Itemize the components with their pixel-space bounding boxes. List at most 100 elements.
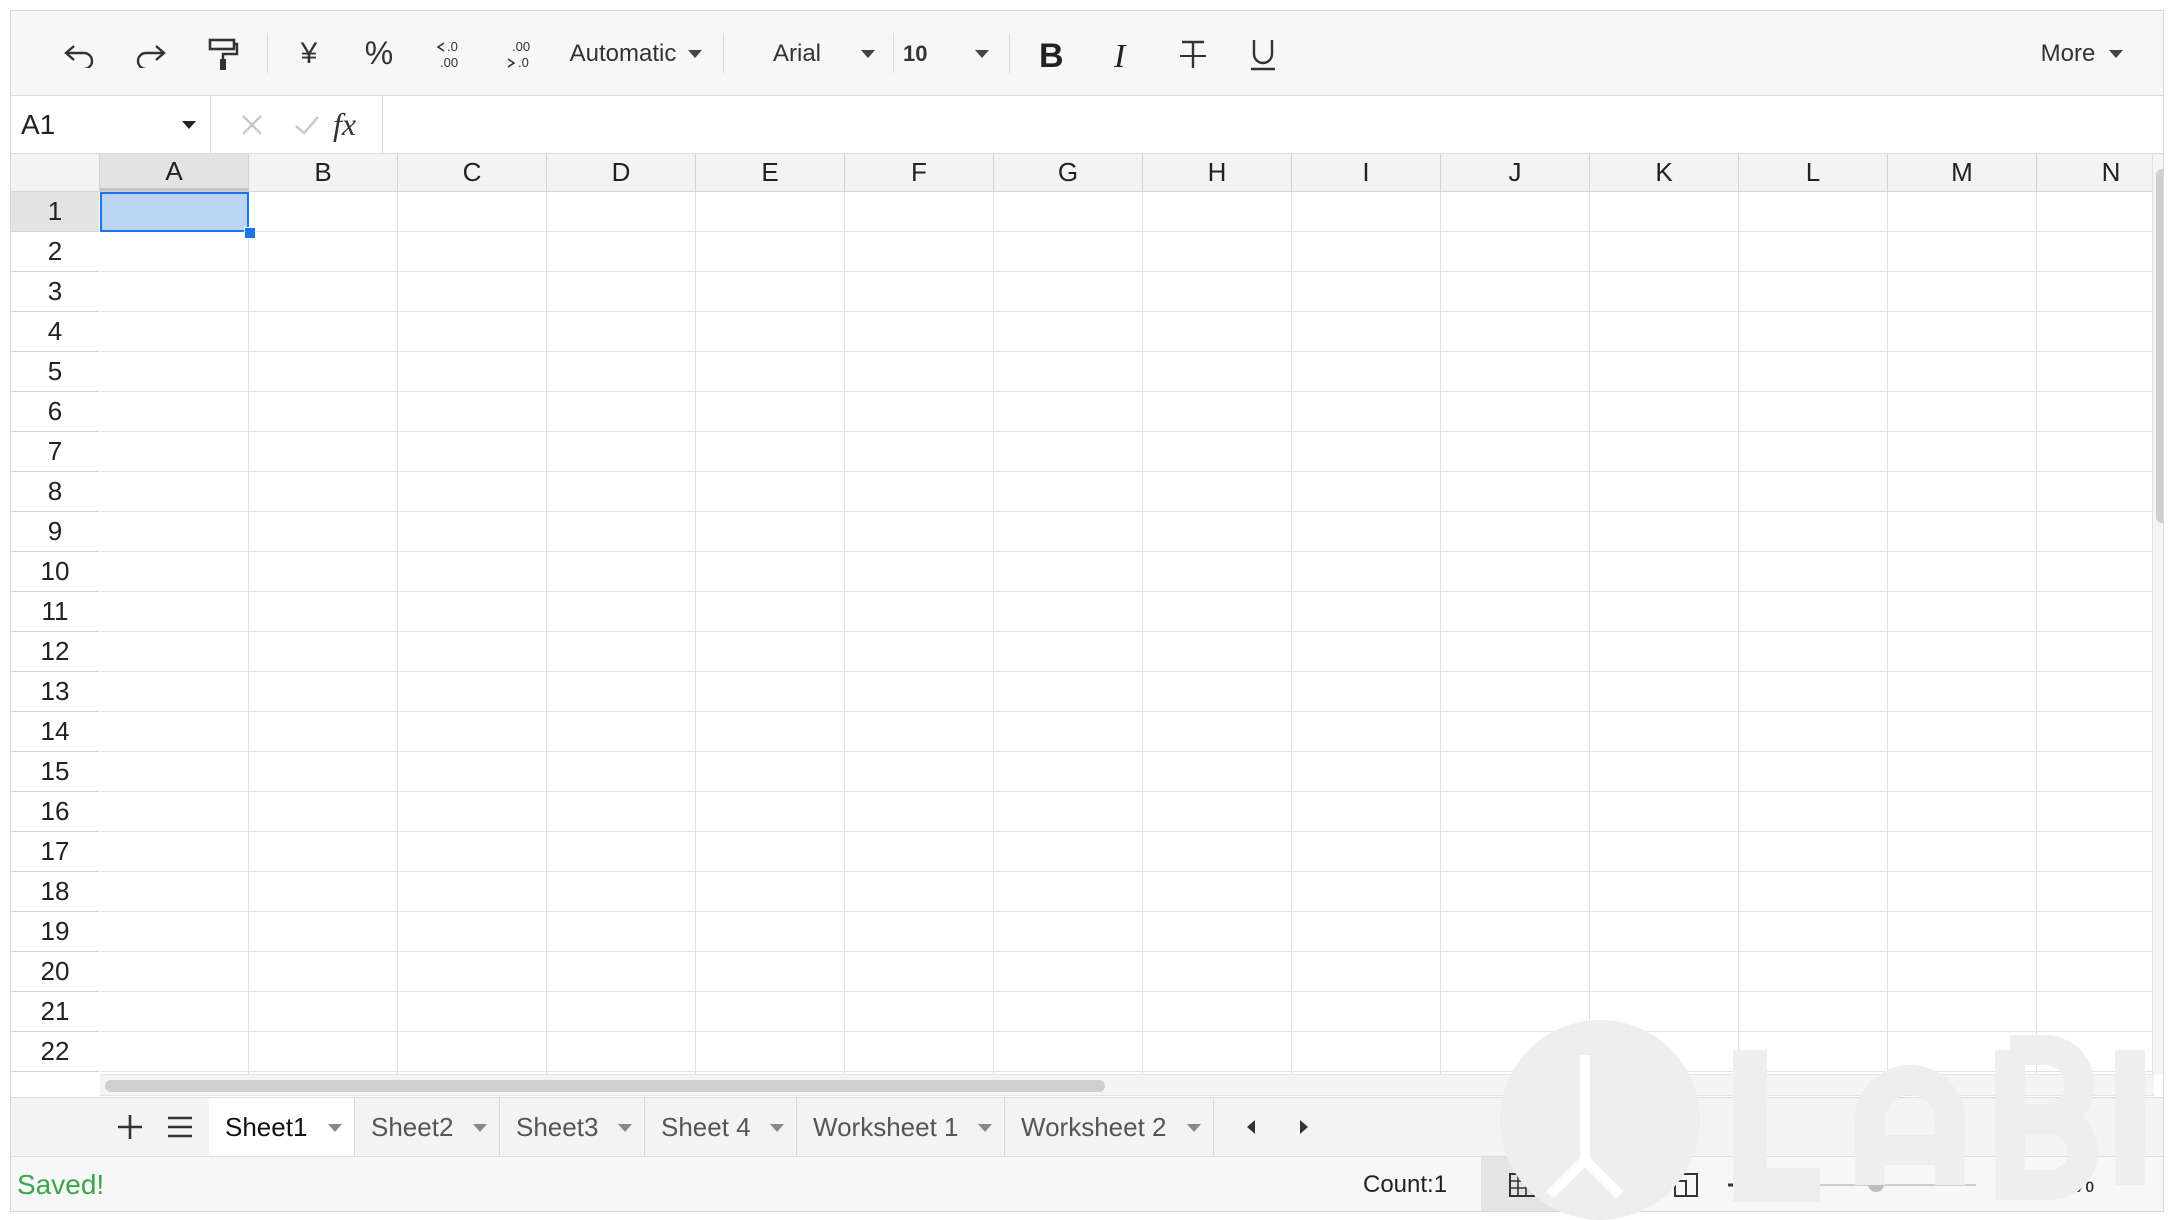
font-size-dropdown[interactable]: 10 [895,11,995,96]
row-header[interactable]: 1 [11,192,99,232]
row-header[interactable]: 22 [11,1032,99,1072]
column-header[interactable]: A [100,154,249,191]
chevron-down-icon[interactable] [978,1124,992,1132]
toolbar-separator [893,33,894,73]
column-header[interactable]: N [2037,154,2154,191]
italic-button[interactable]: I [1093,11,1149,96]
column-header[interactable]: M [1888,154,2037,191]
currency-icon: ¥ [300,36,318,70]
row-header[interactable]: 12 [11,632,99,672]
sheet-tab[interactable]: Sheet3 [500,1098,645,1156]
undo-icon [64,44,94,68]
chevron-right-icon [1300,1120,1308,1134]
column-header[interactable]: L [1739,154,1888,191]
cancel-edit-button[interactable] [239,96,265,153]
decrease-decimal-button[interactable]: .00.0 [493,11,549,96]
bold-icon: B [1039,37,1064,72]
row-header[interactable]: 18 [11,872,99,912]
row-header[interactable]: 13 [11,672,99,712]
zoom-out-button[interactable] [1712,1157,1772,1211]
chevron-down-icon[interactable] [328,1124,342,1132]
sheet-tab[interactable]: Worksheet 1 [797,1098,1005,1156]
column-header[interactable]: G [994,154,1143,191]
status-bar: Saved! Count:1 100% [11,1157,2163,1211]
chevron-down-icon [975,49,990,58]
column-header[interactable]: D [547,154,696,191]
column-header[interactable]: I [1292,154,1441,191]
chevron-down-icon[interactable] [473,1124,487,1132]
row-header[interactable]: 10 [11,552,99,592]
sheet-list-button[interactable] [155,1098,205,1156]
vertical-scrollbar-thumb[interactable] [2156,169,2163,523]
increase-decimal-button[interactable]: .0.00 [423,11,479,96]
chevron-down-icon [861,49,876,58]
row-header[interactable]: 7 [11,432,99,472]
row-header[interactable]: 20 [11,952,99,992]
save-status: Saved! [17,1169,105,1200]
row-header[interactable]: 15 [11,752,99,792]
strikethrough-button[interactable] [1165,11,1221,96]
column-header[interactable]: J [1441,154,1590,191]
column-header[interactable]: F [845,154,994,191]
row-header[interactable]: 5 [11,352,99,392]
column-header[interactable]: E [696,154,845,191]
row-header[interactable]: 14 [11,712,99,752]
zoom-slider-handle[interactable] [1868,1176,1884,1192]
name-box[interactable]: A1 [11,96,211,153]
horizontal-scrollbar-thumb[interactable] [105,1080,1105,1092]
redo-button[interactable] [123,11,179,96]
more-dropdown[interactable]: More [2027,11,2137,96]
confirm-edit-button[interactable] [293,96,321,153]
row-header[interactable]: 3 [11,272,99,312]
chevron-left-icon [1247,1120,1255,1134]
row-header[interactable]: 21 [11,992,99,1032]
select-all-corner[interactable] [11,154,100,192]
bold-button[interactable]: B [1023,11,1079,96]
active-cell-selection[interactable] [100,192,249,232]
insert-function-button[interactable]: fx [333,96,356,153]
column-header[interactable]: H [1143,154,1292,191]
check-icon [295,115,319,135]
fill-handle[interactable] [244,227,256,239]
scroll-tabs-left-button[interactable] [1236,1098,1266,1156]
chevron-down-icon[interactable] [618,1124,632,1132]
formula-input[interactable] [383,96,2163,155]
undo-button[interactable] [51,11,107,96]
underline-button[interactable] [1235,11,1291,96]
scroll-tabs-right-button[interactable] [1289,1098,1319,1156]
sheet-tab-label: Worksheet 2 [1021,1111,1167,1142]
page-break-view-button[interactable] [1563,1157,1645,1211]
row-header[interactable]: 6 [11,392,99,432]
row-header[interactable]: 11 [11,592,99,632]
column-header[interactable]: C [398,154,547,191]
number-format-dropdown[interactable]: Automatic [561,11,711,96]
format-painter-button[interactable] [195,11,251,96]
function-icon: fx [333,106,357,142]
chevron-down-icon[interactable] [1187,1124,1201,1132]
row-header[interactable]: 17 [11,832,99,872]
normal-view-button[interactable] [1481,1157,1563,1211]
row-header[interactable]: 19 [11,912,99,952]
row-header[interactable]: 16 [11,792,99,832]
svg-text:I: I [1113,38,1127,72]
row-header[interactable]: 9 [11,512,99,552]
row-header[interactable]: 4 [11,312,99,352]
chevron-down-icon[interactable] [770,1124,784,1132]
font-family-label: Arial [773,39,822,67]
row-header[interactable]: 2 [11,232,99,272]
percent-format-button[interactable]: % [351,11,407,96]
font-family-dropdown[interactable]: Arial [751,11,891,96]
column-header[interactable]: B [249,154,398,191]
sheet-tab[interactable]: Worksheet 2 [1005,1098,1214,1156]
svg-text:B: B [1039,37,1064,72]
add-sheet-button[interactable] [105,1098,155,1156]
minus-icon [1728,1183,1756,1187]
currency-format-button[interactable]: ¥ [281,11,337,96]
sheet-tab[interactable]: Sheet 4 [645,1098,797,1156]
cell-area[interactable] [100,192,2154,1074]
sheet-tab[interactable]: Sheet1 [209,1098,355,1156]
column-header[interactable]: K [1590,154,1739,191]
sheet-tab[interactable]: Sheet2 [355,1098,500,1156]
row-header[interactable]: 8 [11,472,99,512]
sheet-tab-label: Sheet1 [225,1111,308,1142]
